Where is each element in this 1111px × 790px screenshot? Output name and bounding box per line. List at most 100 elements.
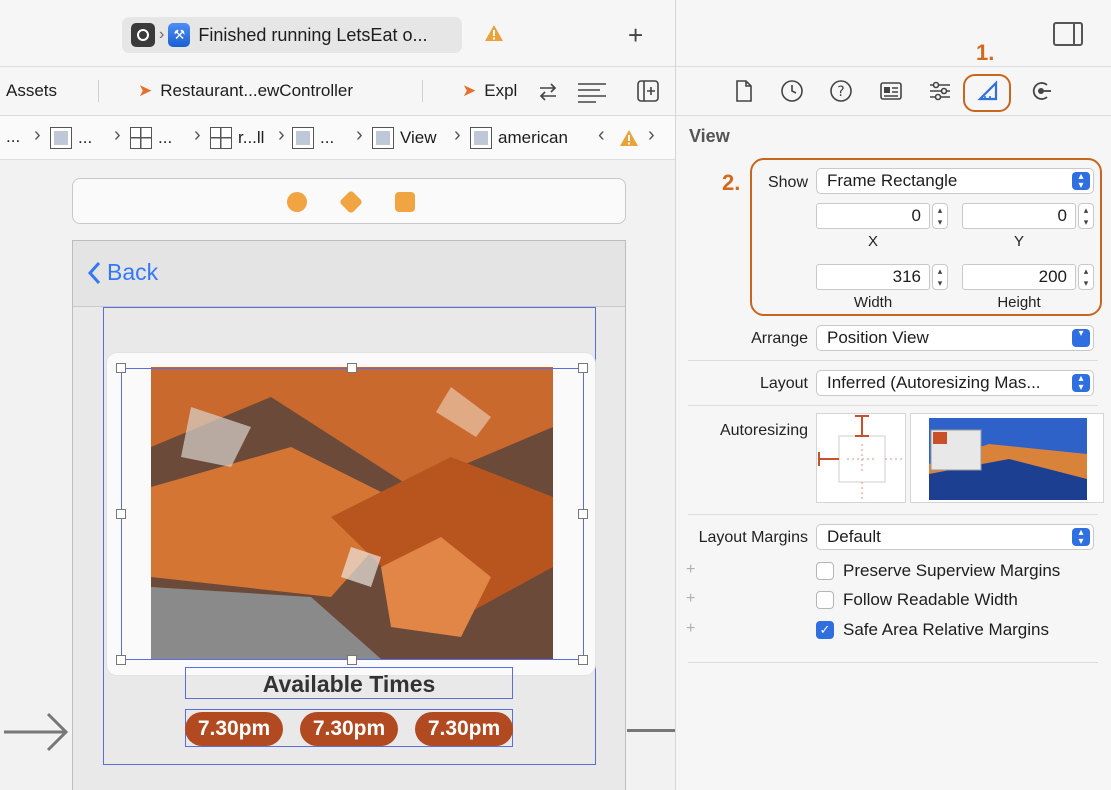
resize-handle[interactable] xyxy=(347,363,357,373)
app-scheme-icon xyxy=(131,23,155,47)
safe-area-relative-margins-checkbox[interactable]: ✓ Safe Area Relative Margins xyxy=(816,620,1049,640)
editor-pane: › ⚒ Finished running LetsEat o... + Asse… xyxy=(0,0,675,790)
editor-options-icon[interactable] xyxy=(576,81,608,103)
help-inspector-icon[interactable]: ? xyxy=(829,79,853,103)
tab-assets[interactable]: Assets xyxy=(6,81,57,101)
connections-inspector-icon[interactable] xyxy=(1029,79,1053,103)
height-stepper[interactable]: ▴ ▾ xyxy=(1078,264,1094,290)
chevron-right-icon: › xyxy=(194,124,201,146)
back-button[interactable]: Back xyxy=(87,259,158,286)
width-field[interactable]: 316 xyxy=(816,264,930,290)
activity-status-pill[interactable]: › ⚒ Finished running LetsEat o... xyxy=(122,17,462,53)
view-icon xyxy=(372,127,394,149)
jump-bar-item[interactable]: r...ll xyxy=(210,127,264,149)
callout-step-1: 1. xyxy=(976,40,995,65)
divider xyxy=(688,360,1098,361)
tab-explore-label: Expl xyxy=(484,81,518,100)
file-inspector-icon[interactable] xyxy=(732,79,756,103)
autoresizing-preview-graphic xyxy=(929,418,1087,500)
jump-bar-item[interactable]: ... xyxy=(6,127,20,147)
warning-icon[interactable] xyxy=(619,129,639,147)
autoresizing-label: Autoresizing xyxy=(719,422,808,439)
checkbox-box[interactable] xyxy=(816,562,834,580)
jump-bar-item[interactable]: ... xyxy=(292,127,334,149)
jump-bar-item[interactable]: ... xyxy=(130,127,172,149)
time-slot-button[interactable]: 7.30pm xyxy=(415,712,513,746)
popup-chevron-icon: ▴ ▾ xyxy=(1072,374,1090,393)
add-tab-button[interactable]: + xyxy=(628,20,643,51)
editor-tab-bar: Assets ➤ Restaurant...ewController ➤ Expl xyxy=(0,66,675,116)
chevron-right-icon: › xyxy=(159,26,165,43)
jump-bar-item[interactable]: View xyxy=(372,127,437,149)
preserve-superview-margins-checkbox[interactable]: Preserve Superview Margins xyxy=(816,561,1060,581)
checkbox-box[interactable] xyxy=(816,591,834,609)
tab-restaurant-controller[interactable]: ➤ Restaurant...ewController xyxy=(138,81,353,101)
x-stepper[interactable]: ▴ ▾ xyxy=(932,203,948,229)
resize-handle[interactable] xyxy=(578,509,588,519)
resize-handle[interactable] xyxy=(116,655,126,665)
resize-handle[interactable] xyxy=(116,509,126,519)
follow-readable-width-checkbox[interactable]: Follow Readable Width xyxy=(816,590,1018,610)
height-field[interactable]: 200 xyxy=(962,264,1076,290)
storyboard-canvas[interactable]: Back Available Times 7.30pm 7.30pm 7.30p… xyxy=(0,160,675,790)
tab-restaurant-controller-label: Restaurant...ewController xyxy=(160,81,354,100)
navigation-bar: Back xyxy=(73,241,625,307)
checkbox-label: Follow Readable Width xyxy=(843,590,1018,609)
available-times-label[interactable]: Available Times xyxy=(185,667,513,699)
image-view-selection[interactable] xyxy=(121,368,584,660)
add-variation-icon[interactable]: + xyxy=(686,590,695,608)
layout-popup-value: Inferred (Autoresizing Mas... xyxy=(827,373,1041,392)
swift-file-icon: ➤ xyxy=(462,81,477,100)
back-button-label: Back xyxy=(107,259,159,285)
collection-cell-icon xyxy=(210,127,232,149)
autoresizing-mask-editor[interactable] xyxy=(816,413,906,503)
view-controller-dock-icon[interactable] xyxy=(287,192,307,212)
layout-margins-label: Layout Margins xyxy=(698,529,808,546)
scene-view[interactable]: Back Available Times 7.30pm 7.30pm 7.30p… xyxy=(72,240,626,790)
x-field[interactable]: 0 xyxy=(816,203,930,229)
add-variation-icon[interactable]: + xyxy=(686,620,695,638)
tab-explore[interactable]: ➤ Expl xyxy=(462,81,517,101)
time-slot-button[interactable]: 7.30pm xyxy=(185,712,283,746)
resize-handle[interactable] xyxy=(116,363,126,373)
jump-bar-item[interactable]: ... xyxy=(50,127,92,149)
scene-dock xyxy=(72,178,626,224)
y-label: Y xyxy=(1013,233,1024,250)
resize-handle[interactable] xyxy=(578,363,588,373)
add-editor-icon[interactable] xyxy=(637,80,659,102)
resize-handle[interactable] xyxy=(347,655,357,665)
swift-file-icon: ➤ xyxy=(138,81,153,100)
inspector-selector-bar: ? xyxy=(676,66,1111,116)
checkmark-icon[interactable]: ✓ xyxy=(816,621,834,639)
first-responder-icon[interactable] xyxy=(338,189,364,215)
warning-icon[interactable] xyxy=(484,24,504,42)
jump-bar-item-label: ... xyxy=(320,128,335,147)
layout-popup[interactable]: Inferred (Autoresizing Mas... ▴ ▾ xyxy=(816,370,1094,396)
attributes-inspector-icon[interactable] xyxy=(928,79,952,103)
width-stepper[interactable]: ▴ ▾ xyxy=(932,264,948,290)
y-stepper[interactable]: ▴ ▾ xyxy=(1078,203,1094,229)
checkbox-label: Preserve Superview Margins xyxy=(843,561,1061,580)
chevron-left-icon xyxy=(87,261,101,284)
jump-bar-item-selected[interactable]: american xyxy=(470,127,568,149)
autoresizing-struts-icon xyxy=(818,415,905,502)
identity-inspector-icon[interactable] xyxy=(879,79,903,103)
resize-handle[interactable] xyxy=(578,655,588,665)
chevron-right-icon[interactable]: › xyxy=(648,124,655,147)
swap-arrows-icon[interactable] xyxy=(537,81,559,103)
image-view-icon xyxy=(470,127,492,149)
exit-icon[interactable] xyxy=(395,192,415,212)
layout-label: Layout xyxy=(759,375,808,392)
layout-margins-popup[interactable]: Default ▴ ▾ xyxy=(816,524,1094,550)
checkbox-label: Safe Area Relative Margins xyxy=(843,620,1049,639)
show-popup-value: Frame Rectangle xyxy=(827,171,958,190)
add-variation-icon[interactable]: + xyxy=(686,561,695,579)
jump-bar-item-label: ... xyxy=(78,128,93,147)
arrange-popup[interactable]: Position View ▾ xyxy=(816,325,1094,351)
time-slot-button[interactable]: 7.30pm xyxy=(300,712,398,746)
chevron-left-icon[interactable]: ‹ xyxy=(598,124,605,147)
history-inspector-icon[interactable] xyxy=(780,79,804,103)
show-popup[interactable]: Frame Rectangle ▴ ▾ xyxy=(816,168,1094,194)
toggle-inspector-icon[interactable] xyxy=(1053,22,1083,46)
y-field[interactable]: 0 xyxy=(962,203,1076,229)
